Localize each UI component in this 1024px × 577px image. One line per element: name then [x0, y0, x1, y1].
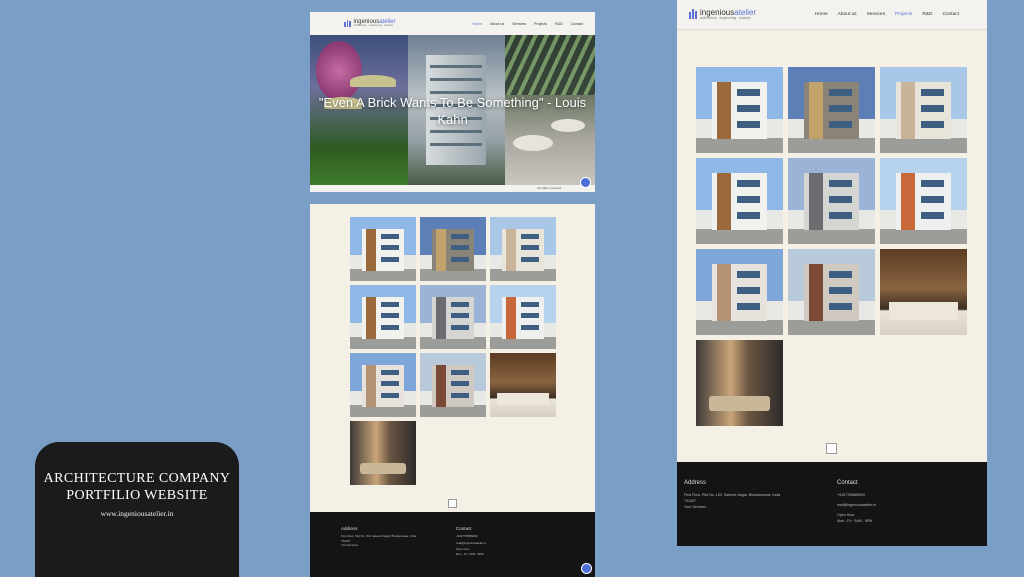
project-thumbnail[interactable] — [788, 67, 875, 153]
title-line-1: ARCHITECTURE COMPANY — [43, 471, 231, 486]
project-thumbnail[interactable] — [350, 353, 416, 417]
logo-tagline: architecture · engineering · property — [700, 15, 751, 20]
project-thumbnail[interactable] — [880, 67, 967, 153]
nav-item-contact[interactable]: Contact — [942, 12, 959, 17]
project-thumbnail[interactable] — [880, 158, 967, 244]
nav-item-about-us[interactable]: About us — [490, 22, 504, 26]
nav-item-home[interactable]: Home — [472, 22, 482, 26]
footer-phone[interactable]: +9107765889000 — [837, 492, 947, 498]
nav-item-projects[interactable]: Projects — [534, 22, 547, 26]
hero-logo[interactable]: ingeniousatelier architecture · engineer… — [344, 19, 396, 28]
projects-menu: Home About us Services Projects R&D Contact — [815, 12, 959, 17]
footer-address: Address First Floor, Plot No. 153, Sahee… — [341, 526, 436, 548]
title-card-heading: ARCHITECTURE COMPANY PORTFILIO WEBSITE — [35, 470, 239, 504]
footer-contact: Contact +9107765889000 mail@ingeniousate… — [837, 480, 947, 524]
footer-hours: Mon - Fri : 9AM - 6PM — [456, 551, 484, 556]
footer-address-title: Address — [341, 526, 358, 531]
project-thumbnail[interactable] — [420, 285, 486, 349]
footer-address-title: Address — [684, 480, 707, 486]
project-thumbnail[interactable] — [490, 285, 556, 349]
footer-contact: Contact +9107765889000 mail@ingeniousate… — [456, 526, 536, 556]
nav-item-contact[interactable]: Contact — [571, 22, 583, 26]
copyright-text: All rights reserved — [536, 185, 561, 190]
title-card: ARCHITECTURE COMPANY PORTFILIO WEBSITE w… — [35, 442, 239, 577]
projects-logo[interactable]: ingeniousatelier architecture · engineer… — [689, 8, 756, 20]
project-thumbnail[interactable] — [880, 249, 967, 335]
nav-item-about-us[interactable]: About us — [838, 12, 857, 17]
footer-phone[interactable]: +9107765889000 — [456, 534, 536, 539]
pagination-button[interactable] — [826, 443, 837, 454]
footer-email[interactable]: mail@ingeniousatelier.in — [456, 541, 536, 546]
project-thumbnail[interactable] — [350, 285, 416, 349]
nav-item-r-d[interactable]: R&D — [922, 12, 932, 17]
project-thumbnail[interactable] — [490, 217, 556, 281]
pagination-button[interactable] — [448, 499, 457, 508]
projects-page-screenshot: ingeniousatelier architecture · engineer… — [677, 0, 987, 546]
nav-item-services[interactable]: Services — [867, 12, 885, 17]
project-thumbnail[interactable] — [350, 421, 416, 485]
footer-hours: Mon - Fri : 9AM - 6PM — [837, 519, 873, 523]
project-thumbnail[interactable] — [490, 353, 556, 417]
project-thumbnail[interactable] — [420, 353, 486, 417]
project-thumbnail[interactable] — [696, 158, 783, 244]
gallery-screenshot: Address First Floor, Plot No. 153, Sahee… — [310, 204, 595, 577]
site-footer: Address First Floor, Plot No. 153, Sahee… — [677, 462, 987, 546]
footer-address: Address First Floor, Plot No. 153, Sahee… — [684, 480, 804, 510]
chat-icon[interactable] — [580, 177, 591, 188]
nav-item-r-d[interactable]: R&D — [555, 22, 563, 26]
project-thumbnail[interactable] — [696, 249, 783, 335]
project-gallery — [350, 217, 556, 485]
project-thumbnail[interactable] — [696, 67, 783, 153]
hero-screenshot: ingeniousatelier architecture · engineer… — [310, 12, 595, 192]
project-thumbnail[interactable] — [788, 158, 875, 244]
chat-icon[interactable] — [581, 563, 592, 574]
project-gallery — [696, 67, 967, 426]
hero-quote: "Even A Brick Wants To Be Something" - L… — [318, 95, 587, 127]
projects-navbar: ingeniousatelier architecture · engineer… — [677, 0, 987, 30]
logo-tagline: architecture · engineering · property — [353, 24, 394, 28]
project-thumbnail[interactable] — [420, 217, 486, 281]
nav-item-home[interactable]: Home — [815, 12, 828, 17]
hero-footer-strip: All rights reserved — [310, 185, 595, 192]
hero-menu: Home About us Services Projects R&D Contact — [472, 22, 583, 26]
project-thumbnail[interactable] — [788, 249, 875, 335]
footer-contact-title: Contact — [837, 480, 858, 486]
footer-email[interactable]: mail@ingeniousatelier.in — [837, 502, 947, 508]
nav-item-projects[interactable]: Projects — [895, 12, 912, 17]
footer-address-extra: Your Services — [341, 543, 359, 547]
title-line-2: PORTFILIO WEBSITE — [66, 488, 208, 503]
footer-contact-title: Contact — [456, 526, 472, 531]
hero-navbar: ingeniousatelier architecture · engineer… — [310, 12, 595, 35]
site-footer: Address First Floor, Plot No. 153, Sahee… — [310, 512, 595, 577]
logo-mark-icon — [689, 9, 697, 20]
project-thumbnail[interactable] — [350, 217, 416, 281]
project-thumbnail[interactable] — [696, 340, 783, 426]
footer-address-extra: Your Services — [684, 505, 707, 509]
title-card-url: www.ingeniousatelier.in — [100, 509, 174, 518]
nav-item-services[interactable]: Services — [512, 22, 526, 26]
logo-mark-icon — [344, 20, 351, 27]
